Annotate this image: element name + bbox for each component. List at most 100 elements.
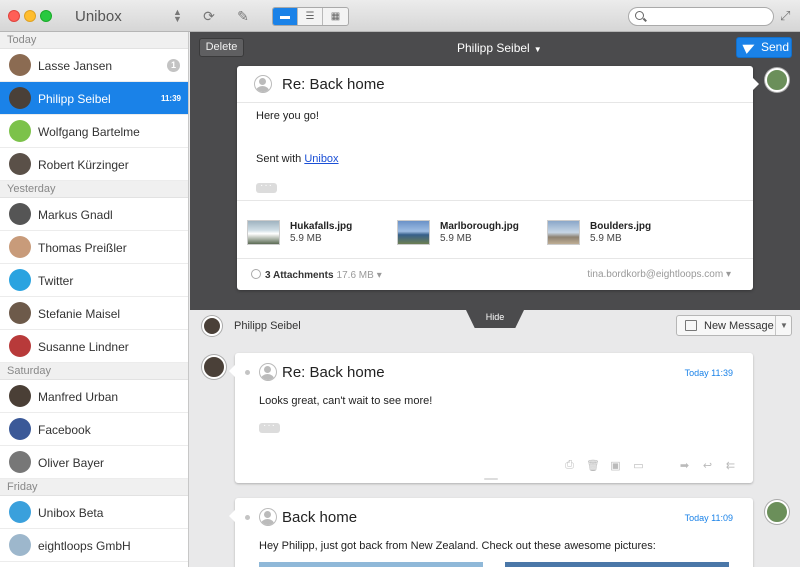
show-quoted-button[interactable]: ··· xyxy=(259,421,280,433)
photo-preview[interactable] xyxy=(259,562,483,567)
account-stepper-icon[interactable]: ▲ ▼ xyxy=(173,8,182,24)
refresh-icon[interactable]: ⟳ xyxy=(198,7,220,25)
message-body: Hey Philipp, just got back from New Zeal… xyxy=(259,540,656,552)
list-view-icon[interactable]: ☰ xyxy=(298,8,323,25)
conversation-name: Philipp Seibel xyxy=(38,92,111,106)
fullscreen-icon[interactable]: ⤢ xyxy=(780,8,790,24)
conversation-item[interactable]: Lasse Jansen 1 xyxy=(0,49,188,82)
conversation-item[interactable]: Wolfgang Bartelme xyxy=(0,115,188,148)
conversation-item[interactable]: Twitter xyxy=(0,264,188,297)
draft-signature[interactable]: Sent with Unibox xyxy=(256,153,339,165)
attachment-size: 5.9 MB xyxy=(290,233,322,244)
message-card[interactable]: Back home Today 11:09 Hey Philipp, just … xyxy=(229,498,753,567)
divider xyxy=(237,102,753,103)
conversation-name: Manfred Urban xyxy=(38,390,119,404)
sidebar-section-header: Today xyxy=(0,32,188,49)
compose-icon[interactable]: ✎ xyxy=(232,7,254,25)
forward-icon[interactable]: ➡ xyxy=(678,459,691,472)
unread-count-badge: 1 xyxy=(167,59,180,72)
avatar xyxy=(9,236,31,258)
sidebar-section-header: Friday xyxy=(0,479,188,496)
conversation-name: Markus Gnadl xyxy=(38,208,113,222)
read-status-dot[interactable] xyxy=(245,370,250,375)
reply-all-icon[interactable]: ⇇ xyxy=(724,459,737,472)
avatar xyxy=(9,54,31,76)
close-window-button[interactable] xyxy=(8,10,20,22)
divider xyxy=(775,316,776,335)
show-quoted-button[interactable]: ··· xyxy=(256,181,277,193)
view-mode-segmented-control[interactable]: ▬ ☰ ▦ xyxy=(272,7,349,26)
draft-subject[interactable]: Re: Back home xyxy=(282,76,385,93)
conversation-item[interactable]: Manfred Urban xyxy=(0,380,188,413)
conversation-sidebar: Today Lasse Jansen 1 Philipp Seibel 11:39 Wol… xyxy=(0,32,189,567)
zoom-window-button[interactable] xyxy=(40,10,52,22)
attachment-thumbnail xyxy=(547,220,580,245)
conversation-item[interactable]: Robert Kürzinger xyxy=(0,148,188,181)
conversation-item[interactable]: Thomas Preißler xyxy=(0,231,188,264)
main-panel: Delete Philipp Seibel ▼ Send Re: Back hom… xyxy=(190,32,800,567)
divider xyxy=(237,258,753,259)
search-input[interactable] xyxy=(647,10,767,23)
sidebar-section-header: Yesterday xyxy=(0,181,188,198)
recipient-selector[interactable]: Philipp Seibel ▼ xyxy=(457,41,542,55)
chevron-down-icon[interactable]: ▼ xyxy=(780,321,788,330)
attachment-name: Marlborough.jpg xyxy=(440,221,519,232)
from-address: tina.bordkorb@eightloops.com xyxy=(587,269,724,280)
photo-preview[interactable] xyxy=(505,562,729,567)
print-icon[interactable]: ⎙ xyxy=(563,459,576,472)
message-card[interactable]: Re: Back home Today 11:39 Looks great, c… xyxy=(229,353,753,483)
single-view-icon[interactable]: ▬ xyxy=(273,8,298,25)
new-message-label: New Message xyxy=(704,320,774,332)
attachments-summary[interactable]: 3 Attachments 17.6 MB ▾ xyxy=(248,266,382,282)
sidebar-section-header: Saturday xyxy=(0,363,188,380)
attachments-total-size: 17.6 MB xyxy=(336,270,374,281)
title-bar: Unibox ▲ ▼ ⟳ ✎ ▬ ☰ ▦ ⤢ xyxy=(0,0,800,32)
delete-button[interactable]: Delete xyxy=(199,38,244,57)
message-actions: ⎙ 🗑 ▣ ▭ ➡ ↩ ⇇ xyxy=(563,459,737,472)
archive-icon[interactable]: ▣ xyxy=(609,459,622,472)
avatar xyxy=(9,418,31,440)
conversation-name: Stefanie Maisel xyxy=(38,307,121,321)
hide-compose-button[interactable]: Hide xyxy=(466,310,524,328)
app-title: Unibox xyxy=(75,8,122,25)
avatar xyxy=(9,87,31,109)
conversation-name: Wolfgang Bartelme xyxy=(38,125,140,139)
folder-icon[interactable]: ▭ xyxy=(632,459,645,472)
draft-card: Re: Back home Here you go! Sent with Uni… xyxy=(237,66,759,290)
resize-handle[interactable] xyxy=(484,478,498,480)
new-message-button[interactable]: New Message ▼ xyxy=(676,315,792,336)
attachment-thumbnail xyxy=(397,220,430,245)
conversation-time: 11:39 xyxy=(160,94,181,103)
conversation-item[interactable]: eightloops GmbH xyxy=(0,529,188,562)
search-field[interactable] xyxy=(628,7,774,26)
reply-icon[interactable]: ↩ xyxy=(701,459,714,472)
minimize-window-button[interactable] xyxy=(24,10,36,22)
person-icon xyxy=(259,508,277,526)
conversation-item[interactable]: Unibox Beta xyxy=(0,496,188,529)
conversation-item[interactable]: Susanne Lindner xyxy=(0,330,188,363)
chevron-down-icon: ▼ xyxy=(533,45,542,54)
conversation-name: Unibox Beta xyxy=(38,506,104,520)
message-time: Today 11:09 xyxy=(684,513,733,523)
from-address-selector[interactable]: tina.bordkorb@eightloops.com ▾ xyxy=(587,269,731,280)
grid-view-icon[interactable]: ▦ xyxy=(323,8,348,25)
read-status-dot[interactable] xyxy=(245,515,250,520)
conversation-item[interactable]: Facebook xyxy=(0,413,188,446)
signature-link[interactable]: Unibox xyxy=(304,153,338,165)
draft-body-line[interactable]: Here you go! xyxy=(256,110,319,122)
send-button[interactable]: Send xyxy=(736,37,792,58)
avatar xyxy=(9,534,31,556)
conversation-item[interactable]: Oliver Bayer xyxy=(0,446,188,479)
avatar xyxy=(9,451,31,473)
thread-contact-name: Philipp Seibel xyxy=(234,320,301,332)
conversation-item[interactable]: Markus Gnadl xyxy=(0,198,188,231)
conversation-item[interactable]: Philipp Seibel 11:39 xyxy=(0,82,188,115)
trash-icon[interactable]: 🗑 xyxy=(586,459,600,472)
chevron-down-icon: ▾ xyxy=(725,269,731,280)
attachment-size: 5.9 MB xyxy=(590,233,622,244)
attachment-name: Boulders.jpg xyxy=(590,221,652,232)
recipient-name: Philipp Seibel xyxy=(457,41,530,55)
conversation-item[interactable]: Stefanie Maisel xyxy=(0,297,188,330)
divider xyxy=(237,200,753,201)
